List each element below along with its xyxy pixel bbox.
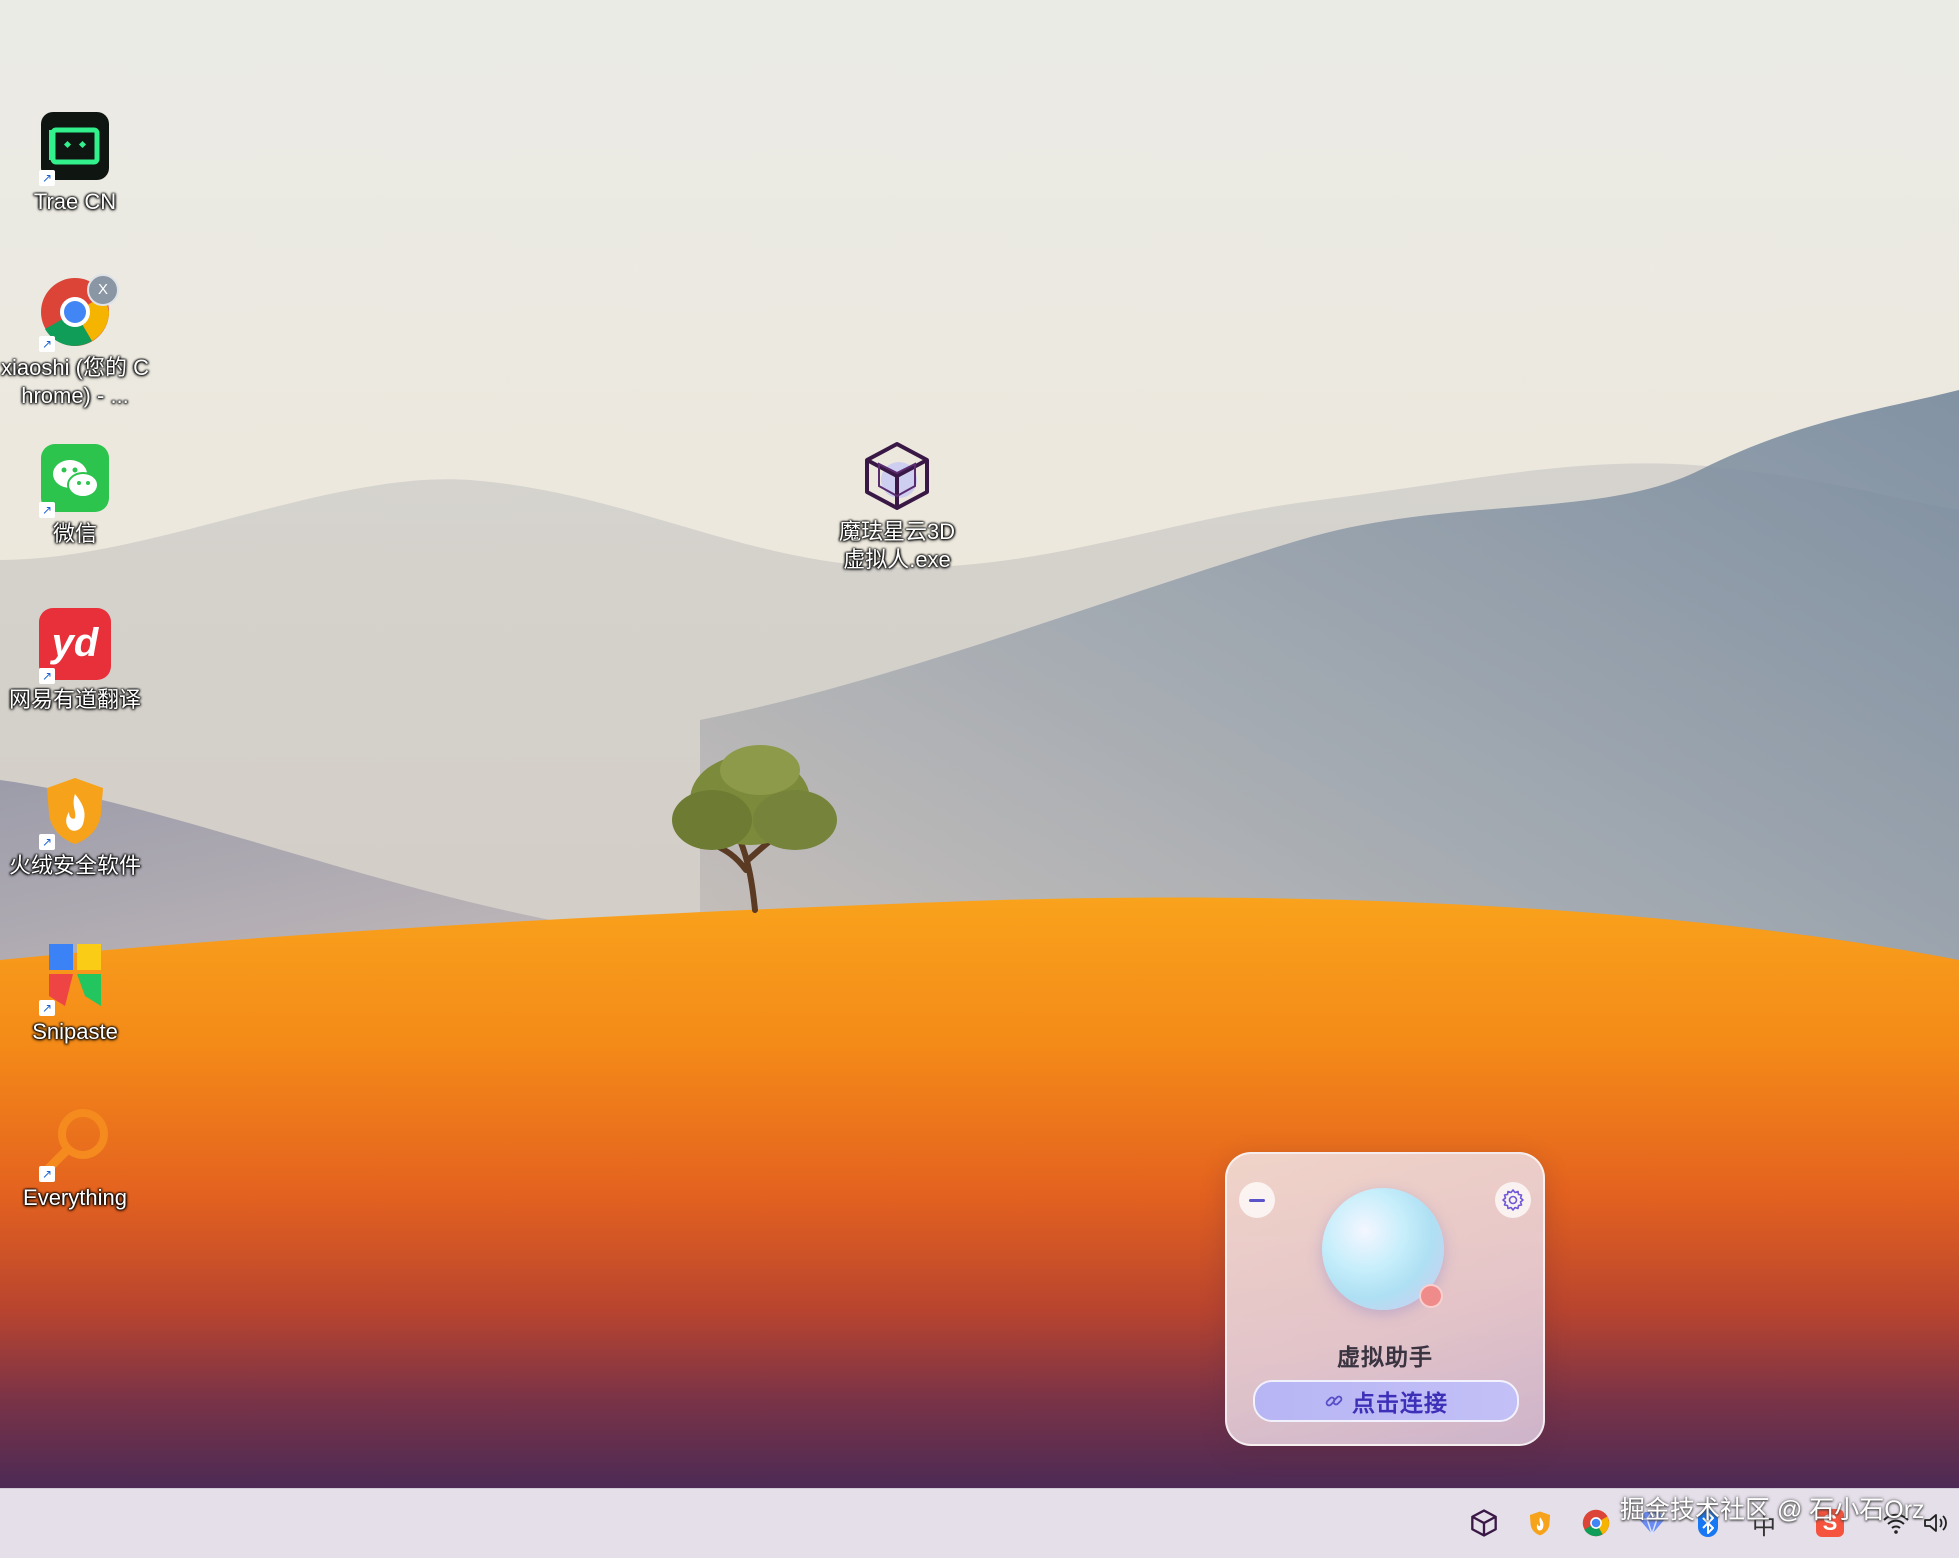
trae-cn-icon: ↗	[39, 110, 111, 186]
wechat-icon: ↗	[39, 442, 111, 518]
desktop: ↗ Trae CN ↗ X xiaoshi (您的 Chrome) - ...	[0, 0, 1959, 1488]
chrome-icon	[1582, 1509, 1610, 1537]
chrome-profile-icon: ↗ X	[39, 274, 119, 352]
connect-label: 点击连接	[1352, 1390, 1448, 1416]
virtual-assistant-widget: 虚拟助手 点击连接	[1225, 1152, 1545, 1446]
gear-icon	[1502, 1189, 1524, 1211]
desktop-icon-label: 微信	[52, 521, 97, 546]
desktop-icon-wechat[interactable]: ↗ 微信	[0, 442, 150, 548]
minimize-button[interactable]	[1239, 1182, 1275, 1218]
cube-3d-icon	[1471, 1509, 1497, 1537]
settings-button[interactable]	[1495, 1182, 1531, 1218]
watermark-text: 掘金技术社区 @ 石小石Orz	[1620, 1496, 1925, 1524]
profile-badge: X	[87, 274, 119, 306]
shortcut-arrow-icon: ↗	[39, 668, 55, 684]
desktop-icon-label: 魔珐星云3D虚拟人.exe	[838, 519, 956, 572]
desktop-icon-everything[interactable]: ↗ Everything	[0, 1106, 150, 1212]
desktop-icon-label: Snipaste	[32, 1019, 118, 1044]
cube-3d-icon	[861, 440, 933, 512]
desktop-icon-trae-cn[interactable]: ↗ Trae CN	[0, 110, 150, 216]
youdao-translate-icon: yd ↗	[39, 608, 111, 684]
tray-mofa-3d[interactable]	[1464, 1503, 1504, 1543]
huorong-icon	[1529, 1511, 1551, 1536]
shortcut-arrow-icon: ↗	[39, 1000, 55, 1016]
desktop-icon-label: Trae CN	[33, 189, 117, 214]
wallpaper	[0, 0, 1959, 1488]
assistant-title: 虚拟助手	[1337, 1344, 1433, 1370]
huorong-icon: ↗	[39, 774, 111, 850]
speaker-icon	[1924, 1514, 1947, 1532]
desktop-icon-label: Everything	[23, 1185, 127, 1210]
desktop-icon-label: xiaoshi (您的 Chrome) - ...	[1, 355, 149, 408]
minus-icon	[1249, 1198, 1265, 1202]
desktop-icon-snipaste[interactable]: ↗ Snipaste	[0, 940, 150, 1046]
desktop-icon-mofa-3d[interactable]: 魔珐星云3D虚拟人.exe	[822, 440, 972, 574]
link-icon	[1325, 1395, 1343, 1407]
desktop-icon-huorong[interactable]: ↗ 火绒安全软件	[0, 774, 150, 880]
desktop-icon-label: 网易有道翻译	[8, 687, 141, 712]
shortcut-arrow-icon: ↗	[39, 170, 55, 186]
snipaste-icon: ↗	[39, 940, 111, 1016]
connect-button[interactable]: 点击连接	[1253, 1380, 1519, 1422]
everything-icon: ↗	[39, 1106, 111, 1182]
shortcut-arrow-icon: ↗	[39, 336, 55, 352]
connection-status-dot	[1419, 1284, 1443, 1308]
desktop-icon-chrome-profile[interactable]: ↗ X xiaoshi (您的 Chrome) - ...	[0, 274, 150, 410]
desktop-icon-youdao[interactable]: yd ↗ 网易有道翻译	[0, 608, 150, 714]
desktop-icon-label: 火绒安全软件	[8, 853, 141, 878]
shortcut-arrow-icon: ↗	[39, 1166, 55, 1182]
tray-huorong[interactable]	[1520, 1503, 1560, 1543]
shortcut-arrow-icon: ↗	[39, 834, 55, 850]
tray-chrome[interactable]	[1576, 1503, 1616, 1543]
shortcut-arrow-icon: ↗	[39, 502, 55, 518]
